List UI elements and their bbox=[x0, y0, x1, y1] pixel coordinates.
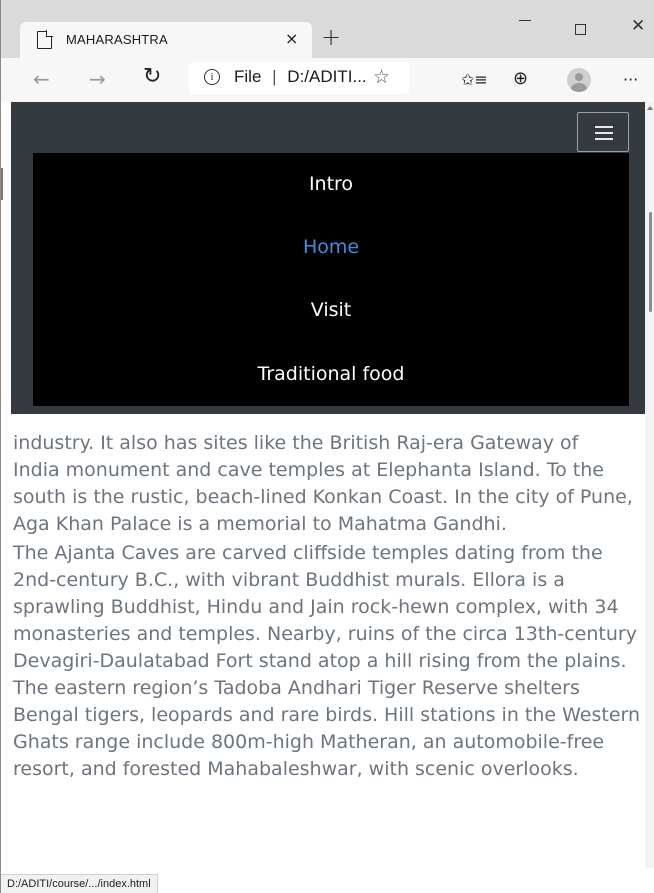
info-icon[interactable]: i bbox=[204, 69, 220, 85]
tab-close-icon[interactable]: × bbox=[285, 30, 298, 48]
address-text[interactable]: File | D:/ADITI... bbox=[234, 67, 367, 87]
page-viewport: industry. It also has sites like the Bri… bbox=[11, 102, 645, 868]
paragraph-2: The Ajanta Caves are carved cliffside te… bbox=[13, 542, 641, 780]
refresh-icon[interactable]: ↻ bbox=[143, 66, 161, 88]
nav-item-visit[interactable]: Visit bbox=[33, 299, 629, 321]
status-bar-url: D:/ADITI/course/.../index.html bbox=[1, 874, 158, 893]
address-url: D:/ADITI... bbox=[287, 67, 367, 86]
favorite-star-icon[interactable]: ☆ bbox=[373, 67, 390, 87]
nav-item-intro[interactable]: Intro bbox=[33, 173, 629, 195]
paragraph-partial: industry. It also has sites like the Bri… bbox=[13, 430, 643, 538]
browser-toolbar: ← → ↻ i File | D:/ADITI... ☆ ✩≡ ⊕ ··· bbox=[1, 58, 654, 102]
address-separator: | bbox=[272, 67, 277, 86]
vertical-scrollbar[interactable] bbox=[645, 102, 654, 868]
back-icon[interactable]: ← bbox=[33, 68, 50, 90]
navbar: Intro Home Visit Traditional food bbox=[11, 102, 645, 414]
tab-strip: MAHARASHTRA × + ✕ bbox=[1, 0, 654, 60]
collections-icon[interactable]: ⊕ bbox=[513, 68, 528, 90]
hidden-line: industry. It also has sites like the Bri… bbox=[13, 432, 579, 454]
nav-item-home[interactable]: Home bbox=[33, 236, 629, 258]
forward-icon[interactable]: → bbox=[89, 68, 106, 90]
profile-avatar-icon[interactable] bbox=[567, 68, 591, 92]
nav-item-traditional-food[interactable]: Traditional food bbox=[33, 363, 629, 385]
paragraph-1: India monument and cave temples at Eleph… bbox=[13, 459, 633, 535]
maximize-icon[interactable] bbox=[575, 24, 586, 35]
favorites-list-icon[interactable]: ✩≡ bbox=[461, 69, 488, 91]
hamburger-icon[interactable] bbox=[577, 112, 629, 152]
more-menu-icon[interactable]: ··· bbox=[623, 69, 638, 91]
nav-menu: Intro Home Visit Traditional food bbox=[33, 153, 629, 406]
page-icon bbox=[37, 30, 53, 49]
address-scheme: File bbox=[234, 67, 262, 86]
minimize-icon[interactable] bbox=[519, 20, 531, 21]
tab-maharashtra[interactable]: MAHARASHTRA × bbox=[20, 22, 312, 60]
window-close-icon[interactable]: ✕ bbox=[631, 17, 645, 35]
scroll-up-icon[interactable] bbox=[647, 106, 653, 110]
browser-window: MAHARASHTRA × + ✕ ← → ↻ i File | D:/ADIT… bbox=[0, 0, 654, 893]
window-edge bbox=[1, 168, 3, 200]
tab-title: MAHARASHTRA bbox=[66, 32, 168, 47]
new-tab-icon[interactable]: + bbox=[321, 25, 341, 49]
scroll-thumb[interactable] bbox=[649, 212, 652, 312]
